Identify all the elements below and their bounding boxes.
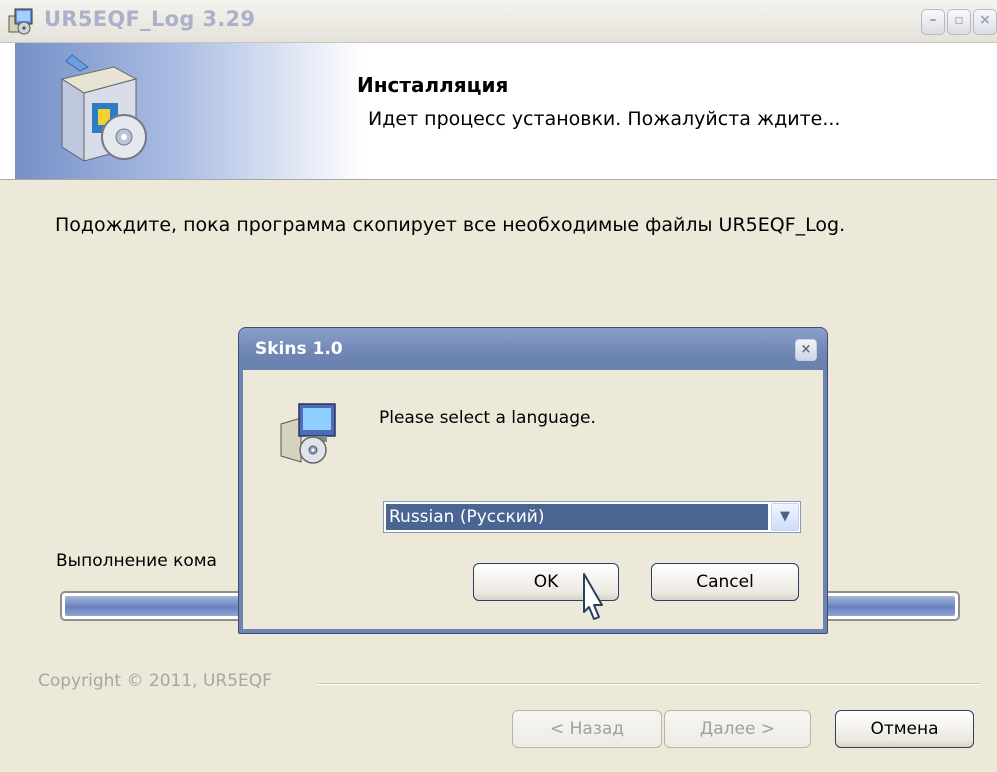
close-icon: × <box>979 12 991 28</box>
dialog-message: Please select a language. <box>379 408 596 428</box>
language-dialog: Skins 1.0 × Please select a language. Ru… <box>238 327 828 634</box>
header-subtitle: Идет процесс установки. Пожалуйста ждите… <box>368 108 841 130</box>
close-button[interactable]: × <box>973 9 997 35</box>
language-select[interactable]: Russian (Русский) ▼ <box>383 501 801 533</box>
back-button[interactable]: < Назад <box>512 710 662 748</box>
status-label: Выполнение кома <box>56 551 217 571</box>
installer-icon <box>280 403 336 464</box>
dialog-title: Skins 1.0 <box>255 339 343 359</box>
chevron-down-icon[interactable]: ▼ <box>771 503 799 531</box>
wait-message: Подождите, пока программа скопирует все … <box>55 214 846 236</box>
dialog-body: Please select a language. Russian (Русск… <box>243 370 823 629</box>
installer-icon <box>8 8 33 35</box>
software-box-icon <box>60 54 147 162</box>
maximize-button[interactable]: ▫ <box>947 9 971 35</box>
language-selected-value: Russian (Русский) <box>386 504 768 530</box>
dialog-cancel-button[interactable]: Cancel <box>651 563 799 601</box>
dialog-close-button[interactable]: × <box>795 339 817 361</box>
cancel-install-button[interactable]: Отмена <box>835 710 974 748</box>
window-title: UR5EQF_Log 3.29 <box>44 7 256 31</box>
title-bar[interactable]: UR5EQF_Log 3.29 – ▫ × <box>0 0 997 43</box>
copyright-divider <box>318 683 980 685</box>
next-button[interactable]: Далее > <box>664 710 811 748</box>
copyright-text: Copyright © 2011, UR5EQF <box>38 671 272 691</box>
maximize-icon: ▫ <box>954 12 964 28</box>
close-icon: × <box>800 342 812 357</box>
window-controls: – ▫ × <box>921 9 997 35</box>
header-title: Инсталляция <box>357 73 509 97</box>
minimize-button[interactable]: – <box>921 9 945 35</box>
mouse-cursor-icon <box>583 573 603 620</box>
minimize-icon: – <box>929 12 937 28</box>
dialog-title-bar[interactable]: Skins 1.0 × <box>239 328 827 370</box>
wizard-header: Инсталляция Идет процесс установки. Пожа… <box>0 43 997 180</box>
